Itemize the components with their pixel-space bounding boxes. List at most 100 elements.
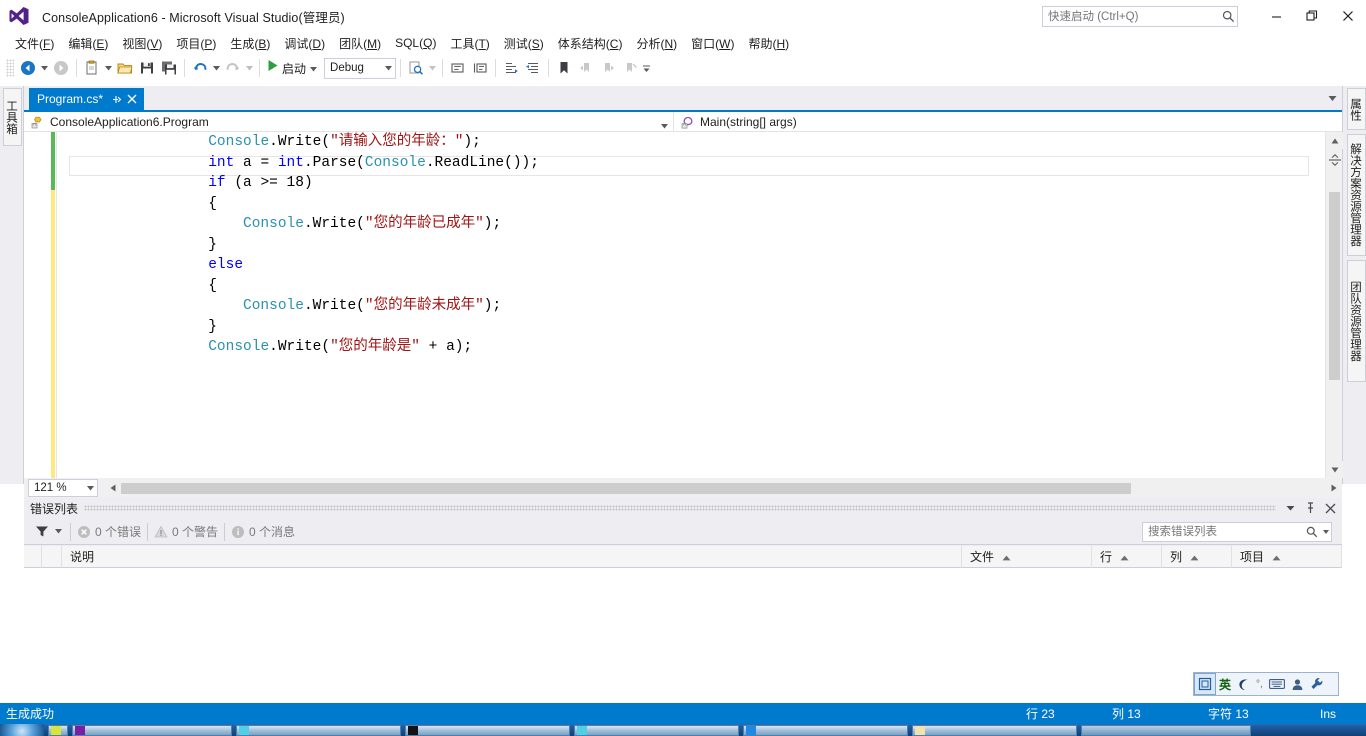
error-count-button[interactable]: 0 个错误 bbox=[77, 523, 141, 540]
sidebar-item-properties[interactable]: 属性 bbox=[1347, 88, 1366, 130]
tab-overflow-icon[interactable] bbox=[1324, 89, 1340, 107]
taskbar-quicklaunch[interactable] bbox=[48, 724, 68, 736]
open-file-icon[interactable] bbox=[114, 57, 136, 79]
column-header[interactable]: 行 bbox=[1092, 545, 1162, 568]
code-text[interactable]: Console.Write("请输入您的年龄："); int a = int.P… bbox=[69, 132, 1309, 462]
code-line[interactable]: } bbox=[69, 317, 1309, 338]
member-dropdown[interactable]: Main(string[] args) bbox=[674, 112, 1342, 132]
sort-ascending-icon[interactable] bbox=[1190, 550, 1199, 564]
bookmark-icon[interactable] bbox=[553, 57, 575, 79]
code-line[interactable]: Console.Write("您的年龄未成年"); bbox=[69, 296, 1309, 317]
column-header[interactable]: 文件 bbox=[962, 545, 1092, 568]
code-line[interactable]: int a = int.Parse(Console.ReadLine()); bbox=[69, 153, 1309, 174]
menu-item-3[interactable]: 视图(V) bbox=[115, 33, 169, 54]
ime-language-bar[interactable]: 英 °, bbox=[1193, 672, 1339, 696]
sort-ascending-icon[interactable] bbox=[1272, 550, 1281, 564]
search-icon[interactable] bbox=[1304, 523, 1320, 541]
menu-item-9[interactable]: 工具(T) bbox=[443, 33, 496, 54]
message-count-button[interactable]: 0 个消息 bbox=[231, 523, 295, 540]
pin-icon[interactable] bbox=[109, 90, 124, 108]
save-icon[interactable] bbox=[136, 57, 158, 79]
undo-icon[interactable] bbox=[189, 57, 211, 79]
error-list-search-input[interactable] bbox=[1143, 523, 1304, 541]
hscroll-track[interactable] bbox=[121, 480, 1325, 497]
split-view-icon[interactable] bbox=[1326, 150, 1343, 170]
taskbar-item[interactable] bbox=[236, 724, 401, 736]
menu-item-12[interactable]: 分析(N) bbox=[629, 33, 684, 54]
solution-configuration-combo[interactable]: Debug bbox=[324, 57, 397, 79]
undo-dropdown-icon[interactable] bbox=[211, 57, 222, 79]
menu-item-11[interactable]: 体系结构(C) bbox=[551, 33, 630, 54]
windows-taskbar[interactable] bbox=[0, 724, 1366, 736]
sort-ascending-icon[interactable] bbox=[1002, 550, 1011, 564]
start-debug-button[interactable]: 启动 bbox=[264, 57, 320, 79]
close-icon[interactable] bbox=[1322, 499, 1338, 517]
search-icon[interactable] bbox=[1219, 7, 1237, 26]
error-list-search-box[interactable] bbox=[1142, 522, 1332, 542]
minimize-icon[interactable] bbox=[1258, 0, 1294, 32]
glyph-margin[interactable] bbox=[25, 132, 51, 478]
document-tab-program-cs[interactable]: Program.cs* bbox=[29, 88, 145, 110]
taskbar-item[interactable] bbox=[405, 724, 570, 736]
code-line[interactable]: { bbox=[69, 276, 1309, 297]
column-header[interactable]: 列 bbox=[1162, 545, 1232, 568]
scroll-right-icon[interactable] bbox=[1325, 480, 1342, 497]
toolbar-grip[interactable] bbox=[6, 59, 14, 77]
chevron-down-icon[interactable] bbox=[1282, 499, 1298, 517]
taskbar-item[interactable] bbox=[743, 724, 908, 736]
chevron-down-icon[interactable] bbox=[385, 62, 393, 74]
menu-item-13[interactable]: 窗口(W) bbox=[684, 33, 741, 54]
ime-mode-icon[interactable] bbox=[1194, 673, 1216, 695]
menu-item-5[interactable]: 生成(B) bbox=[223, 33, 277, 54]
sort-ascending-icon[interactable] bbox=[1120, 550, 1129, 564]
taskbar-item[interactable] bbox=[72, 724, 232, 736]
code-line[interactable]: { bbox=[69, 194, 1309, 215]
chevron-down-icon[interactable] bbox=[87, 482, 94, 494]
column-header[interactable]: 说明 bbox=[62, 545, 962, 568]
ime-tool-icon[interactable] bbox=[1307, 673, 1327, 695]
save-all-icon[interactable] bbox=[158, 57, 180, 79]
quick-launch-input[interactable] bbox=[1043, 7, 1219, 26]
code-line[interactable]: if (a >= 18) bbox=[69, 173, 1309, 194]
ime-punctuation-icon[interactable]: °, bbox=[1253, 673, 1266, 695]
taskbar-item[interactable] bbox=[912, 724, 1077, 736]
menu-item-4[interactable]: 项目(P) bbox=[169, 33, 223, 54]
taskbar-item[interactable] bbox=[1081, 724, 1251, 736]
menu-item-8[interactable]: SQL(Q) bbox=[388, 34, 443, 52]
start-dropdown-icon[interactable] bbox=[310, 59, 318, 77]
code-line[interactable]: Console.Write("您的年龄已成年"); bbox=[69, 214, 1309, 235]
panel-drag-grip[interactable] bbox=[84, 505, 1276, 511]
code-line[interactable]: } bbox=[69, 235, 1309, 256]
menu-item-10[interactable]: 测试(S) bbox=[497, 33, 551, 54]
uncomment-selection-icon[interactable] bbox=[469, 57, 491, 79]
code-line[interactable]: else bbox=[69, 255, 1309, 276]
scroll-up-icon[interactable] bbox=[1326, 132, 1343, 149]
scroll-left-icon[interactable] bbox=[104, 480, 121, 497]
close-icon[interactable] bbox=[124, 90, 139, 108]
menu-item-14[interactable]: 帮助(H) bbox=[741, 33, 796, 54]
ime-user-icon[interactable] bbox=[1288, 673, 1307, 695]
type-dropdown[interactable]: ConsoleApplication6.Program bbox=[24, 111, 674, 134]
scrollbar-thumb[interactable] bbox=[121, 482, 1131, 494]
sidebar-item-solution-explorer[interactable]: 解决方案资源管理器 bbox=[1347, 134, 1366, 256]
new-project-dropdown-icon[interactable] bbox=[103, 57, 114, 79]
start-button-icon[interactable] bbox=[0, 724, 44, 736]
decrease-indent-icon[interactable] bbox=[500, 57, 522, 79]
filter-dropdown-icon[interactable] bbox=[52, 522, 64, 542]
menu-item-6[interactable]: 调试(D) bbox=[277, 33, 332, 54]
sidebar-item-toolbox[interactable]: 工具箱 bbox=[3, 88, 22, 146]
warning-count-button[interactable]: 0 个警告 bbox=[154, 523, 218, 540]
navigate-back-dropdown-icon[interactable] bbox=[39, 57, 50, 79]
menu-item-1[interactable]: 文件(F) bbox=[8, 33, 61, 54]
close-icon[interactable] bbox=[1330, 0, 1366, 32]
editor-horizontal-scrollbar[interactable] bbox=[104, 479, 1342, 497]
chevron-down-icon[interactable] bbox=[661, 116, 668, 134]
scroll-down-icon[interactable] bbox=[1326, 461, 1343, 478]
scrollbar-thumb[interactable] bbox=[1329, 192, 1340, 380]
code-line[interactable]: Console.Write("请输入您的年龄："); bbox=[69, 132, 1309, 153]
ime-english-icon[interactable]: 英 bbox=[1216, 673, 1234, 695]
taskbar-item[interactable] bbox=[574, 724, 739, 736]
filter-icon[interactable] bbox=[32, 522, 52, 542]
maximize-restore-icon[interactable] bbox=[1294, 0, 1330, 32]
code-line[interactable]: Console.Write("您的年龄是" + a); bbox=[69, 337, 1309, 358]
